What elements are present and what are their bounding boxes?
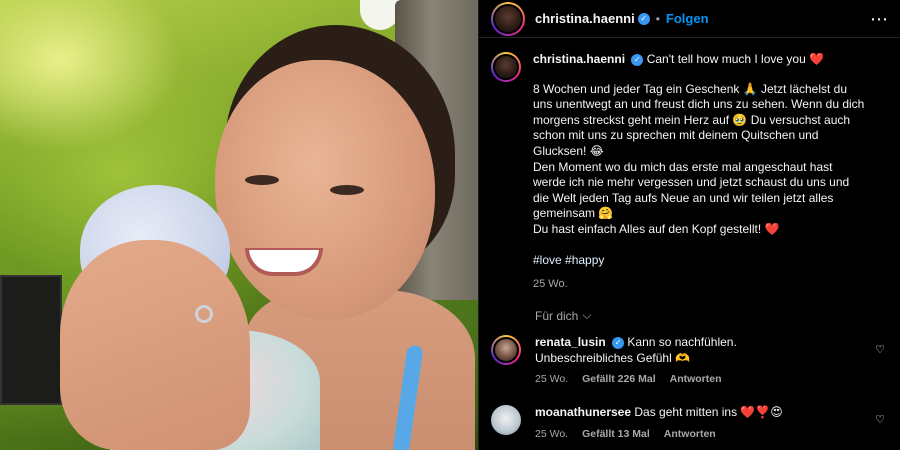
like-heart-icon[interactable]: ♡ [875, 413, 885, 426]
photo-eye-left [245, 175, 279, 185]
comment-body: moanathunersee Das geht mitten ins ❤️❣️😍… [535, 405, 865, 442]
comment-time[interactable]: 25 Wo. [535, 372, 568, 388]
comment-text: Das geht mitten ins ❤️❣️😍 [634, 405, 783, 419]
caption-line: morgens streckst geht mein Herz auf 🥹 Du… [533, 112, 851, 127]
author-username[interactable]: christina.haenni [535, 11, 635, 26]
caption-line: die Welt jeden Tag aufs Neue an und wir … [533, 190, 834, 205]
like-heart-icon[interactable]: ♡ [875, 343, 885, 356]
comment-body: renata_lusin ✓ Kann so nachfühlen. Unbes… [535, 335, 865, 388]
chevron-down-icon: ⌵ [582, 308, 592, 322]
for-you-toggle[interactable]: Für dich ⌵ [535, 308, 591, 323]
caption-line: Glucksen! 😂 [533, 143, 604, 158]
post-header: christina.haenni ✓ • Folgen ⋯ [479, 0, 900, 38]
caption-text: 8 Wochen und jeder Tag ein Geschenk 🙏 Je… [533, 82, 887, 269]
photo-sky [360, 0, 400, 30]
for-you-label: Für dich [535, 308, 579, 323]
caption-hashtags[interactable]: #love #happy [533, 253, 887, 269]
comment-item: renata_lusin ✓ Kann so nachfühlen. Unbes… [491, 335, 891, 388]
reply-button[interactable]: Antworten [664, 427, 716, 443]
comment-avatar-image [493, 337, 519, 363]
more-options-icon[interactable]: ⋯ [870, 10, 889, 28]
reply-button[interactable]: Antworten [670, 372, 722, 388]
post-caption: christina.haenni ✓ Can't tell how much I… [491, 52, 891, 292]
comment-meta: 25 Wo. Gefällt 13 Mal Antworten [535, 427, 865, 443]
caption-line: Du hast einfach Alles auf den Kopf geste… [533, 221, 780, 236]
comment-text: Kann so nachfühlen. [627, 335, 737, 349]
verified-icon: ✓ [637, 12, 650, 25]
comment-text-continued: Unbeschreibliches Gefühl 🫶 [535, 350, 691, 365]
caption-line: schon mit uns zu sprechen mit deinem Qui… [533, 128, 819, 143]
separator-dot: • [655, 11, 660, 26]
caption-avatar-image [493, 54, 519, 80]
comment-username[interactable]: moanathunersee [535, 405, 631, 419]
post-photo[interactable] [0, 0, 478, 450]
photo-hand [60, 240, 250, 450]
comment-likes[interactable]: Gefällt 13 Mal [582, 427, 650, 443]
comment-avatar[interactable] [491, 335, 521, 365]
photo-dark-box [0, 275, 62, 405]
comment-time[interactable]: 25 Wo. [535, 427, 568, 443]
caption-line: gemeinsam 🤗 [533, 206, 614, 221]
caption-username[interactable]: christina.haenni [533, 52, 625, 66]
post-sidebar: christina.haenni ✓ • Folgen ⋯ christina.… [478, 0, 900, 450]
comment-username[interactable]: renata_lusin [535, 335, 606, 349]
caption-body: christina.haenni ✓ Can't tell how much I… [533, 52, 887, 292]
comment-meta: 25 Wo. Gefällt 226 Mal Antworten [535, 372, 865, 388]
author-avatar[interactable] [491, 1, 525, 36]
verified-icon: ✓ [612, 336, 625, 349]
photo-face [215, 60, 435, 320]
comment-item: moanathunersee Das geht mitten ins ❤️❣️😍… [491, 405, 891, 442]
caption-line: 8 Wochen und jeder Tag ein Geschenk 🙏 Je… [533, 81, 848, 96]
photo-ring [195, 305, 213, 323]
comment-likes[interactable]: Gefällt 226 Mal [582, 372, 656, 388]
comment-avatar[interactable] [491, 405, 521, 435]
follow-button[interactable]: Folgen [666, 11, 709, 26]
author-avatar-image [493, 3, 523, 34]
caption-avatar[interactable] [491, 52, 521, 82]
caption-line: Den Moment wo du mich das erste mal ange… [533, 159, 833, 174]
caption-line: uns unentwegt an und freust dich uns zu … [533, 97, 865, 112]
caption-first-line: Can't tell how much I love you ❤️ [646, 52, 825, 66]
photo-eye-right [330, 185, 364, 195]
caption-line: werde ich nie mehr vergessen und jetzt s… [533, 175, 850, 190]
verified-icon: ✓ [631, 53, 644, 66]
caption-timestamp[interactable]: 25 Wo. [533, 277, 887, 293]
